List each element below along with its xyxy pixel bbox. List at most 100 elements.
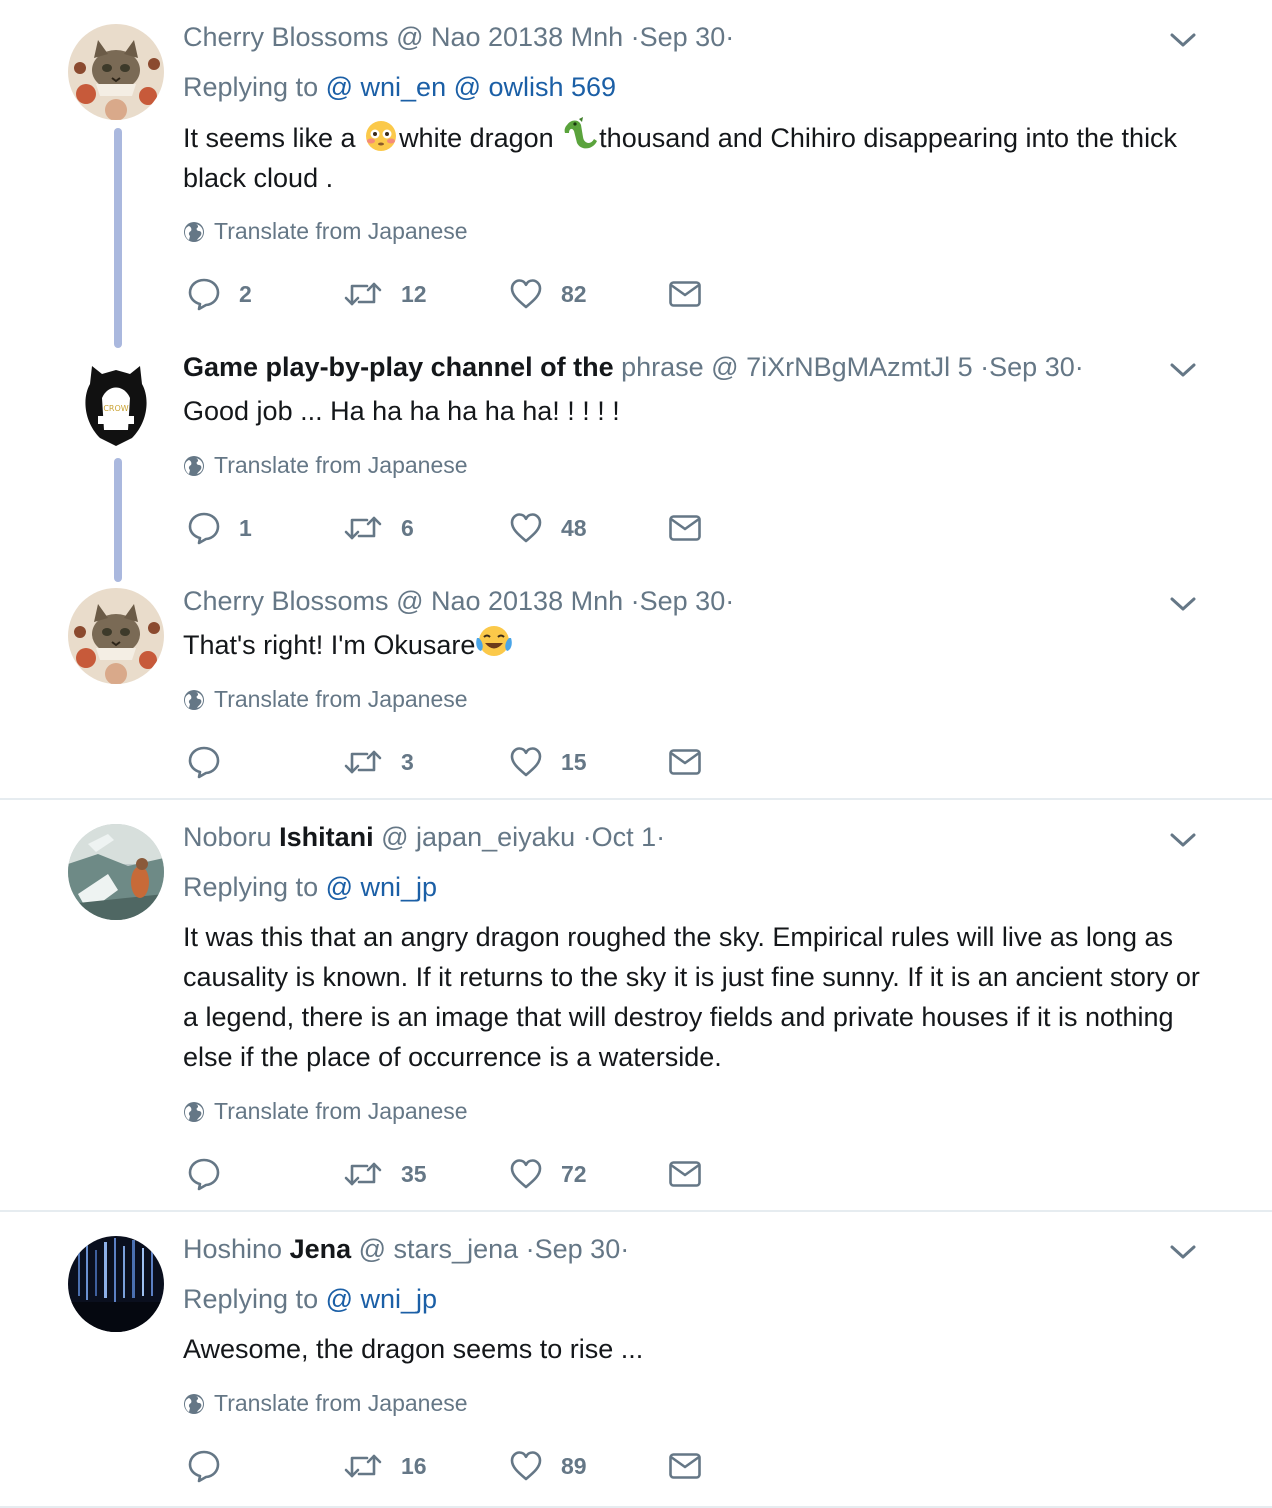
- message-icon: [668, 1449, 702, 1483]
- like-button[interactable]: 89: [509, 1449, 587, 1483]
- tears-of-joy-emoji-icon: [476, 626, 513, 656]
- like-button[interactable]: 72: [509, 1157, 587, 1191]
- like-button[interactable]: 82: [509, 277, 587, 311]
- tweet[interactable]: Hoshino Jena @ stars_jena ·Sep 30· Reply…: [0, 1212, 1272, 1506]
- reply-mentions[interactable]: @ wni_jp: [326, 872, 437, 902]
- translate-label: Translate from Japanese: [214, 218, 468, 244]
- avatar[interactable]: [68, 1236, 164, 1332]
- tweet-actions: 1 6 48: [187, 511, 747, 545]
- like-button[interactable]: 15: [509, 745, 587, 779]
- tweet-text: Awesome, the dragon seems to rise ...: [183, 1334, 644, 1364]
- reply-icon: [187, 277, 221, 311]
- reply-mentions[interactable]: @ wni_en @ owlish 569: [326, 72, 616, 102]
- like-count: 48: [561, 514, 587, 541]
- reply-button[interactable]: 1: [187, 511, 252, 545]
- reply-button[interactable]: [187, 1449, 239, 1483]
- replying-to: Replying to @ wni_jp: [183, 872, 437, 903]
- display-name-last[interactable]: Ishitani: [279, 822, 374, 852]
- replying-prefix: Replying to: [183, 72, 319, 102]
- avatar[interactable]: [68, 824, 164, 920]
- timestamp[interactable]: ·Sep 30·: [631, 586, 735, 616]
- timestamp[interactable]: ·Sep 30·: [526, 1234, 630, 1264]
- retweet-icon: [343, 1157, 383, 1191]
- chevron-down-icon[interactable]: [1168, 30, 1198, 50]
- tweet-text: It was this that an angry dragon roughed…: [183, 922, 1200, 1072]
- username[interactable]: @ japan_eiyaku: [381, 822, 575, 852]
- username[interactable]: @ stars_jena: [359, 1234, 518, 1264]
- tweet-header: Hoshino Jena @ stars_jena ·Sep 30·: [183, 1234, 629, 1265]
- retweet-button[interactable]: 16: [343, 1449, 427, 1483]
- reply-button[interactable]: 2: [187, 277, 252, 311]
- globe-icon: [183, 1393, 205, 1415]
- chevron-down-icon[interactable]: [1168, 594, 1198, 614]
- display-name-last[interactable]: Jena: [290, 1234, 352, 1264]
- tweet[interactable]: CROW Game play-by-play channel of the ph…: [0, 340, 1272, 580]
- username[interactable]: phrase @ 7iXrNBgMAzmtJl 5: [621, 352, 973, 382]
- message-button[interactable]: [668, 1449, 702, 1483]
- reply-icon: [187, 1449, 221, 1483]
- display-name[interactable]: Game play-by-play channel of the: [183, 352, 614, 382]
- like-button[interactable]: 48: [509, 511, 587, 545]
- translate-label: Translate from Japanese: [214, 452, 468, 478]
- timestamp[interactable]: ·Oct 1·: [583, 822, 666, 852]
- like-count: 89: [561, 1452, 587, 1479]
- retweet-count: 16: [401, 1452, 427, 1479]
- translate-link[interactable]: Translate from Japanese: [183, 452, 468, 479]
- retweet-count: 35: [401, 1160, 427, 1187]
- message-icon: [668, 511, 702, 545]
- message-button[interactable]: [668, 277, 702, 311]
- chevron-down-icon[interactable]: [1168, 1242, 1198, 1262]
- chevron-down-icon[interactable]: [1168, 360, 1198, 380]
- dragon-emoji-icon: [564, 117, 598, 149]
- message-button[interactable]: [668, 1157, 702, 1191]
- username[interactable]: @ Nao 20138 Mnh: [396, 586, 623, 616]
- reply-count: 2: [239, 280, 252, 307]
- tweet-actions: 2 12 82: [187, 277, 747, 311]
- avatar[interactable]: [68, 588, 164, 684]
- replying-prefix: Replying to: [183, 1284, 319, 1314]
- tweet-text-part: It seems like a: [183, 123, 364, 153]
- replying-to: Replying to @ wni_en @ owlish 569: [183, 72, 616, 103]
- avatar[interactable]: CROW: [68, 354, 164, 450]
- chevron-down-icon[interactable]: [1168, 830, 1198, 850]
- retweet-button[interactable]: 6: [343, 511, 414, 545]
- retweet-button[interactable]: 35: [343, 1157, 427, 1191]
- globe-icon: [183, 689, 205, 711]
- translate-link[interactable]: Translate from Japanese: [183, 218, 468, 245]
- message-icon: [668, 1157, 702, 1191]
- tweet[interactable]: Cherry Blossoms @ Nao 20138 Mnh ·Sep 30·…: [0, 580, 1272, 798]
- display-name-first[interactable]: Noboru: [183, 822, 272, 852]
- tweet-text: It seems like a white dragon thousand an…: [183, 117, 1213, 198]
- like-icon: [509, 745, 543, 779]
- timestamp[interactable]: ·Sep 30·: [980, 352, 1084, 382]
- translate-link[interactable]: Translate from Japanese: [183, 686, 468, 713]
- reply-mentions[interactable]: @ wni_jp: [326, 1284, 437, 1314]
- display-name[interactable]: Cherry Blossoms: [183, 22, 389, 52]
- translate-label: Translate from Japanese: [214, 1098, 468, 1124]
- retweet-button[interactable]: 12: [343, 277, 427, 311]
- username[interactable]: @ Nao 20138 Mnh: [396, 22, 623, 52]
- display-name-first[interactable]: Hoshino: [183, 1234, 282, 1264]
- tweet-text: That's right! I'm Okusare: [183, 624, 1213, 665]
- tweet[interactable]: Cherry Blossoms @ Nao 20138 Mnh ·Sep 30·…: [0, 0, 1272, 340]
- message-icon: [668, 277, 702, 311]
- retweet-icon: [343, 277, 383, 311]
- timestamp[interactable]: ·Sep 30·: [631, 22, 735, 52]
- display-name[interactable]: Cherry Blossoms: [183, 586, 389, 616]
- tweet[interactable]: Noboru Ishitani @ japan_eiyaku ·Oct 1· R…: [0, 800, 1272, 1210]
- reply-button[interactable]: [187, 745, 239, 779]
- replying-prefix: Replying to: [183, 872, 319, 902]
- translate-label: Translate from Japanese: [214, 686, 468, 712]
- tweet-text-part: That's right! I'm Okusare: [183, 630, 476, 660]
- like-count: 15: [561, 748, 587, 775]
- like-icon: [509, 1157, 543, 1191]
- reply-button[interactable]: [187, 1157, 239, 1191]
- retweet-button[interactable]: 3: [343, 745, 414, 779]
- translate-link[interactable]: Translate from Japanese: [183, 1098, 468, 1125]
- message-button[interactable]: [668, 511, 702, 545]
- avatar[interactable]: [68, 24, 164, 120]
- tweet-header: Cherry Blossoms @ Nao 20138 Mnh ·Sep 30·: [183, 22, 734, 53]
- message-button[interactable]: [668, 745, 702, 779]
- translate-link[interactable]: Translate from Japanese: [183, 1390, 468, 1417]
- like-count: 72: [561, 1160, 587, 1187]
